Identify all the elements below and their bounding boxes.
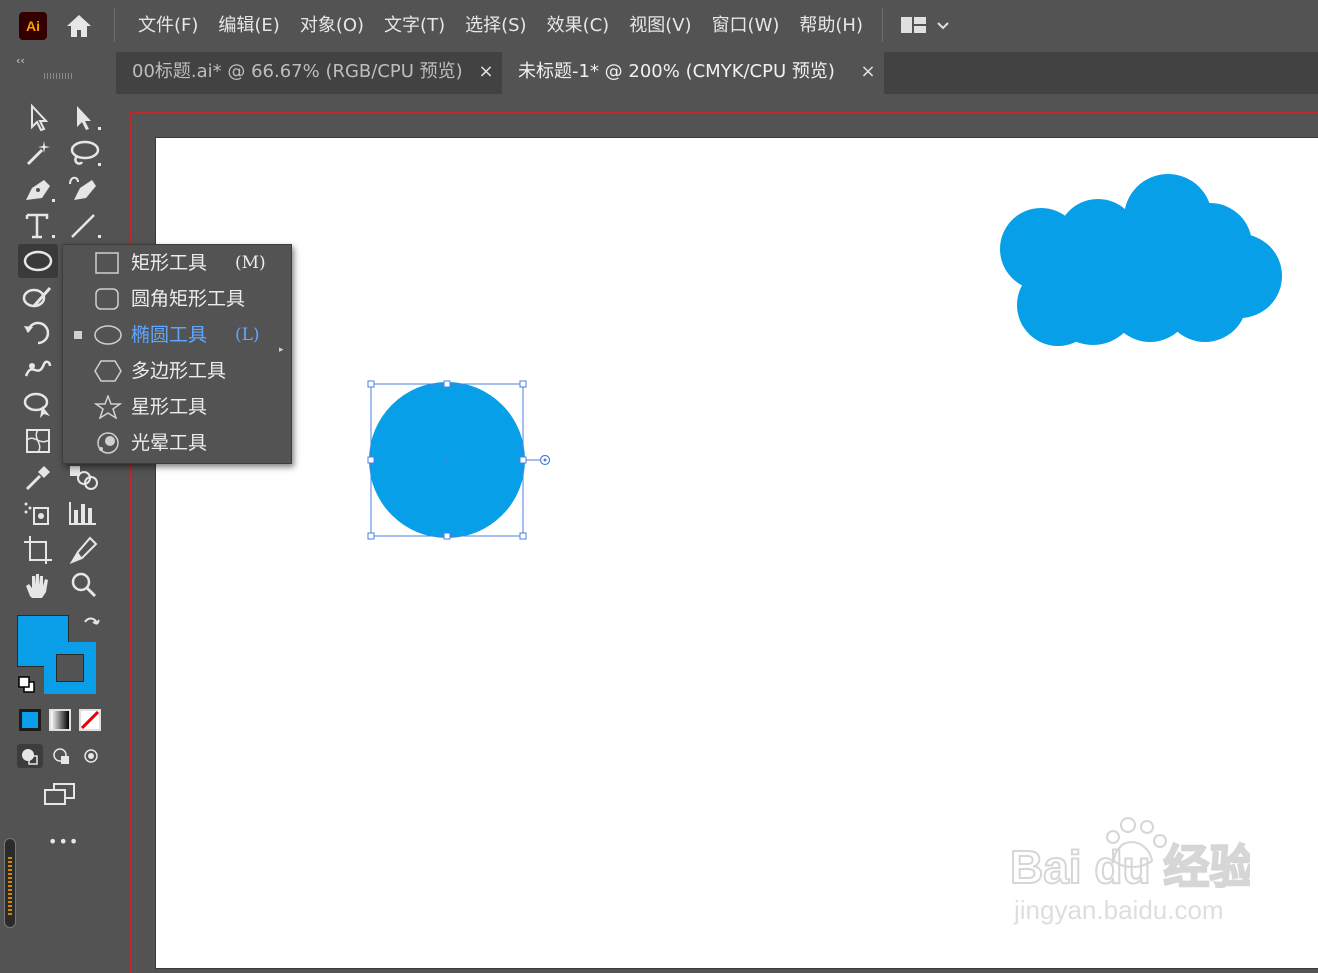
watermark-brand: Bai du 经验 [1010, 841, 1250, 893]
flyout-item-rounded-rectangle[interactable]: 圆角矩形工具 [63, 281, 291, 317]
watermark-url: jingyan.baidu.com [1013, 895, 1224, 925]
flyout-item-label: 矩形工具 [131, 252, 208, 274]
flyout-item-flare[interactable]: 光晕工具 [63, 425, 291, 461]
flyout-item-polygon[interactable]: 多边形工具 [63, 353, 291, 389]
flyout-item-shortcut: (M) [235, 253, 266, 273]
flyout-item-shortcut: (L) [235, 325, 260, 345]
selected-indicator [74, 331, 82, 339]
flyout-item-star[interactable]: 星形工具 [63, 389, 291, 425]
flyout-item-ellipse[interactable]: 椭圆工具 (L) [63, 317, 291, 353]
rectangle-icon [95, 252, 119, 274]
flyout-item-label: 椭圆工具 [131, 324, 208, 346]
selected-circle[interactable] [367, 380, 551, 540]
ellipse-icon [94, 325, 122, 345]
star-icon [93, 395, 123, 419]
polygon-icon [94, 360, 122, 382]
artwork-layer [367, 174, 1282, 540]
flyout-item-label: 圆角矩形工具 [131, 288, 246, 310]
flare-icon [97, 432, 119, 454]
tearoff-arrow-icon[interactable]: ▸ [279, 345, 284, 355]
shape-tools-flyout: 矩形工具 (M) 圆角矩形工具 椭圆工具 (L) 多边形工具 星形工具 光晕工具… [62, 244, 292, 464]
cloud-shape[interactable] [1000, 174, 1282, 346]
flyout-item-label: 星形工具 [131, 396, 208, 418]
baidu-watermark: Bai du 经验 jingyan.baidu.com [1010, 817, 1250, 925]
rounded-rectangle-icon [95, 288, 119, 310]
flyout-item-label: 光晕工具 [131, 432, 208, 454]
flyout-item-label: 多边形工具 [131, 360, 227, 382]
flyout-item-rectangle[interactable]: 矩形工具 (M) [63, 245, 291, 281]
